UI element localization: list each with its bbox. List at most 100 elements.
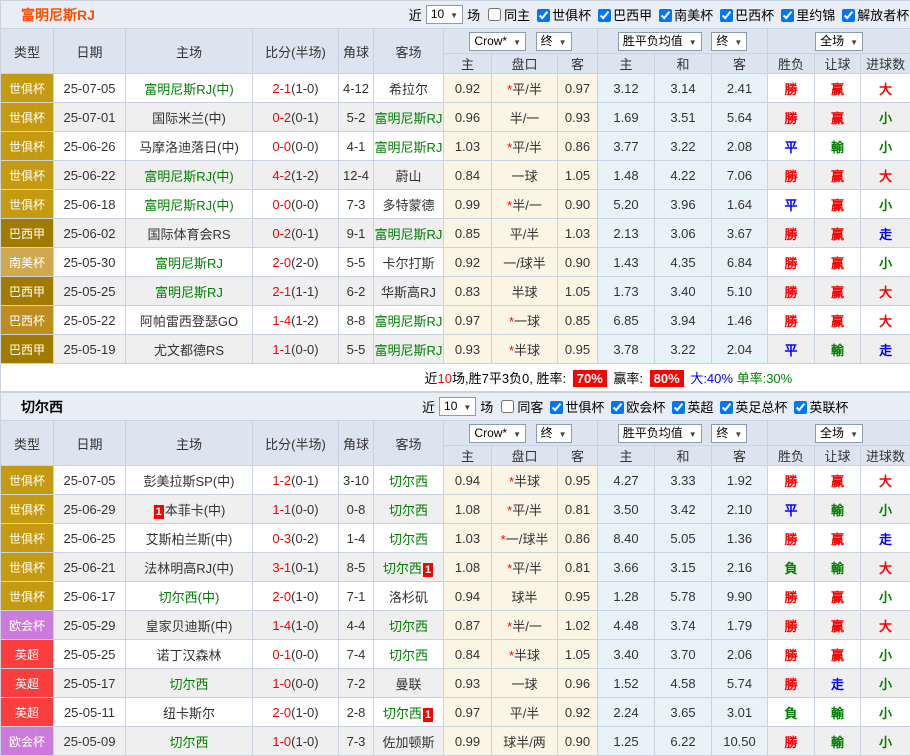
team-name[interactable]: 富明尼斯RJ [155, 285, 223, 300]
team-name[interactable]: 佐加顿斯 [382, 735, 434, 750]
away-team-cell[interactable]: 切尔西1 [374, 553, 444, 582]
away-team-cell[interactable]: 富明尼斯RJ [374, 219, 444, 248]
same-venue-checkbox[interactable] [501, 400, 514, 413]
away-team-cell[interactable]: 曼联 [374, 669, 444, 698]
home-team-cell[interactable]: 富明尼斯RJ [126, 277, 253, 306]
home-team-cell[interactable]: 马摩洛迪落日(中) [126, 132, 253, 161]
away-team-cell[interactable]: 切尔西 [374, 495, 444, 524]
home-team-cell[interactable]: 法林明高RJ(中) [126, 553, 253, 582]
team-name[interactable]: 曼联 [395, 677, 421, 692]
near-count-select[interactable]: 10▼ [426, 5, 463, 24]
team-name[interactable]: 皇家贝迪斯(中) [146, 619, 233, 634]
avg-select[interactable]: 胜平负均值▼ [618, 32, 702, 51]
away-team-cell[interactable]: 多特蒙德 [374, 190, 444, 219]
team-name[interactable]: 切尔西(中) [159, 590, 220, 605]
team-name[interactable]: 切尔西 [389, 619, 428, 634]
home-team-cell[interactable]: 诺丁汉森林 [126, 640, 253, 669]
home-team-cell[interactable]: 切尔西(中) [126, 582, 253, 611]
team-name[interactable]: 希拉尔 [389, 82, 428, 97]
away-team-cell[interactable]: 富明尼斯RJ [374, 335, 444, 364]
league-filter-checkbox[interactable] [672, 401, 685, 414]
team-name[interactable]: 阿帕雷西登瑟GO [140, 314, 238, 329]
avg-final-select[interactable]: 终▼ [711, 424, 747, 443]
home-team-cell[interactable]: 皇家贝迪斯(中) [126, 611, 253, 640]
home-team-cell[interactable]: 富明尼斯RJ(中) [126, 161, 253, 190]
team-name[interactable]: 切尔西 [389, 648, 428, 663]
team-name[interactable]: 国际米兰(中) [152, 111, 226, 126]
near-count-select[interactable]: 10▼ [439, 397, 476, 416]
away-team-cell[interactable]: 富明尼斯RJ [374, 132, 444, 161]
away-team-cell[interactable]: 卡尔打斯 [374, 248, 444, 277]
home-team-cell[interactable]: 艾斯柏兰斯(中) [126, 524, 253, 553]
team-name[interactable]: 华斯高RJ [381, 285, 436, 300]
scope-select[interactable]: 全场▼ [815, 32, 863, 51]
away-team-cell[interactable]: 富明尼斯RJ [374, 103, 444, 132]
team-name[interactable]: 本菲卡(中) [165, 503, 226, 518]
odds-company-select[interactable]: Crow*▼ [469, 32, 526, 51]
team-name[interactable]: 富明尼斯RJ [375, 314, 443, 329]
team-name[interactable]: 富明尼斯RJ [375, 343, 443, 358]
team-name[interactable]: 马摩洛迪落日(中) [139, 140, 239, 155]
odds-company-select[interactable]: Crow*▼ [469, 424, 526, 443]
away-team-cell[interactable]: 洛杉矶 [374, 582, 444, 611]
league-filter-checkbox[interactable] [720, 401, 733, 414]
team-name[interactable]: 蔚山 [395, 169, 421, 184]
odds-final-select[interactable]: 终▼ [536, 424, 572, 443]
team-name[interactable]: 尤文都德RS [154, 343, 224, 358]
team-name[interactable]: 洛杉矶 [389, 590, 428, 605]
home-team-cell[interactable]: 富明尼斯RJ(中) [126, 74, 253, 103]
team-name[interactable]: 诺丁汉森林 [156, 648, 221, 663]
home-team-cell[interactable]: 彭美拉斯SP(中) [126, 466, 253, 495]
section-title-team[interactable]: 切尔西 [1, 397, 421, 417]
home-team-cell[interactable]: 国际米兰(中) [126, 103, 253, 132]
team-name[interactable]: 切尔西 [383, 706, 422, 721]
team-name[interactable]: 富明尼斯RJ [375, 140, 443, 155]
away-team-cell[interactable]: 华斯高RJ [374, 277, 444, 306]
league-filter-checkbox[interactable] [794, 401, 807, 414]
team-name[interactable]: 国际体育会RS [147, 227, 230, 242]
home-team-cell[interactable]: 切尔西 [126, 669, 253, 698]
team-name[interactable]: 法林明高RJ(中) [144, 561, 234, 576]
team-name[interactable]: 切尔西 [389, 503, 428, 518]
home-team-cell[interactable]: 阿帕雷西登瑟GO [126, 306, 253, 335]
team-name[interactable]: 纽卡斯尔 [163, 706, 215, 721]
league-filter-checkbox[interactable] [611, 401, 624, 414]
team-name[interactable]: 富明尼斯RJ [155, 256, 223, 271]
home-team-cell[interactable]: 尤文都德RS [126, 335, 253, 364]
league-filter-checkbox[interactable] [659, 9, 672, 22]
team-name[interactable]: 切尔西 [389, 474, 428, 489]
avg-final-select[interactable]: 终▼ [711, 32, 747, 51]
home-team-cell[interactable]: 富明尼斯RJ(中) [126, 190, 253, 219]
team-name[interactable]: 富明尼斯RJ [375, 111, 443, 126]
team-name[interactable]: 多特蒙德 [382, 198, 434, 213]
league-filter-checkbox[interactable] [598, 9, 611, 22]
team-name[interactable]: 富明尼斯RJ(中) [144, 82, 234, 97]
away-team-cell[interactable]: 切尔西 [374, 640, 444, 669]
league-filter-checkbox[interactable] [720, 9, 733, 22]
team-name[interactable]: 艾斯柏兰斯(中) [146, 532, 233, 547]
away-team-cell[interactable]: 切尔西 [374, 524, 444, 553]
team-name[interactable]: 切尔西 [389, 532, 428, 547]
home-team-cell[interactable]: 富明尼斯RJ [126, 248, 253, 277]
team-name[interactable]: 富明尼斯RJ [375, 227, 443, 242]
away-team-cell[interactable]: 希拉尔 [374, 74, 444, 103]
scope-select[interactable]: 全场▼ [815, 424, 863, 443]
home-team-cell[interactable]: 纽卡斯尔 [126, 698, 253, 727]
league-filter-checkbox[interactable] [537, 9, 550, 22]
team-name[interactable]: 切尔西 [169, 735, 208, 750]
home-team-cell[interactable]: 国际体育会RS [126, 219, 253, 248]
away-team-cell[interactable]: 切尔西1 [374, 698, 444, 727]
away-team-cell[interactable]: 佐加顿斯 [374, 727, 444, 756]
home-team-cell[interactable]: 1本菲卡(中) [126, 495, 253, 524]
team-name[interactable]: 切尔西 [169, 677, 208, 692]
odds-final-select[interactable]: 终▼ [536, 32, 572, 51]
team-name[interactable]: 彭美拉斯SP(中) [143, 474, 234, 489]
team-name[interactable]: 卡尔打斯 [382, 256, 434, 271]
team-name[interactable]: 富明尼斯RJ(中) [144, 169, 234, 184]
away-team-cell[interactable]: 切尔西 [374, 611, 444, 640]
league-filter-checkbox[interactable] [550, 401, 563, 414]
section-title-team[interactable]: 富明尼斯RJ [1, 5, 408, 25]
same-venue-checkbox[interactable] [488, 8, 501, 21]
team-name[interactable]: 切尔西 [383, 561, 422, 576]
league-filter-checkbox[interactable] [781, 9, 794, 22]
